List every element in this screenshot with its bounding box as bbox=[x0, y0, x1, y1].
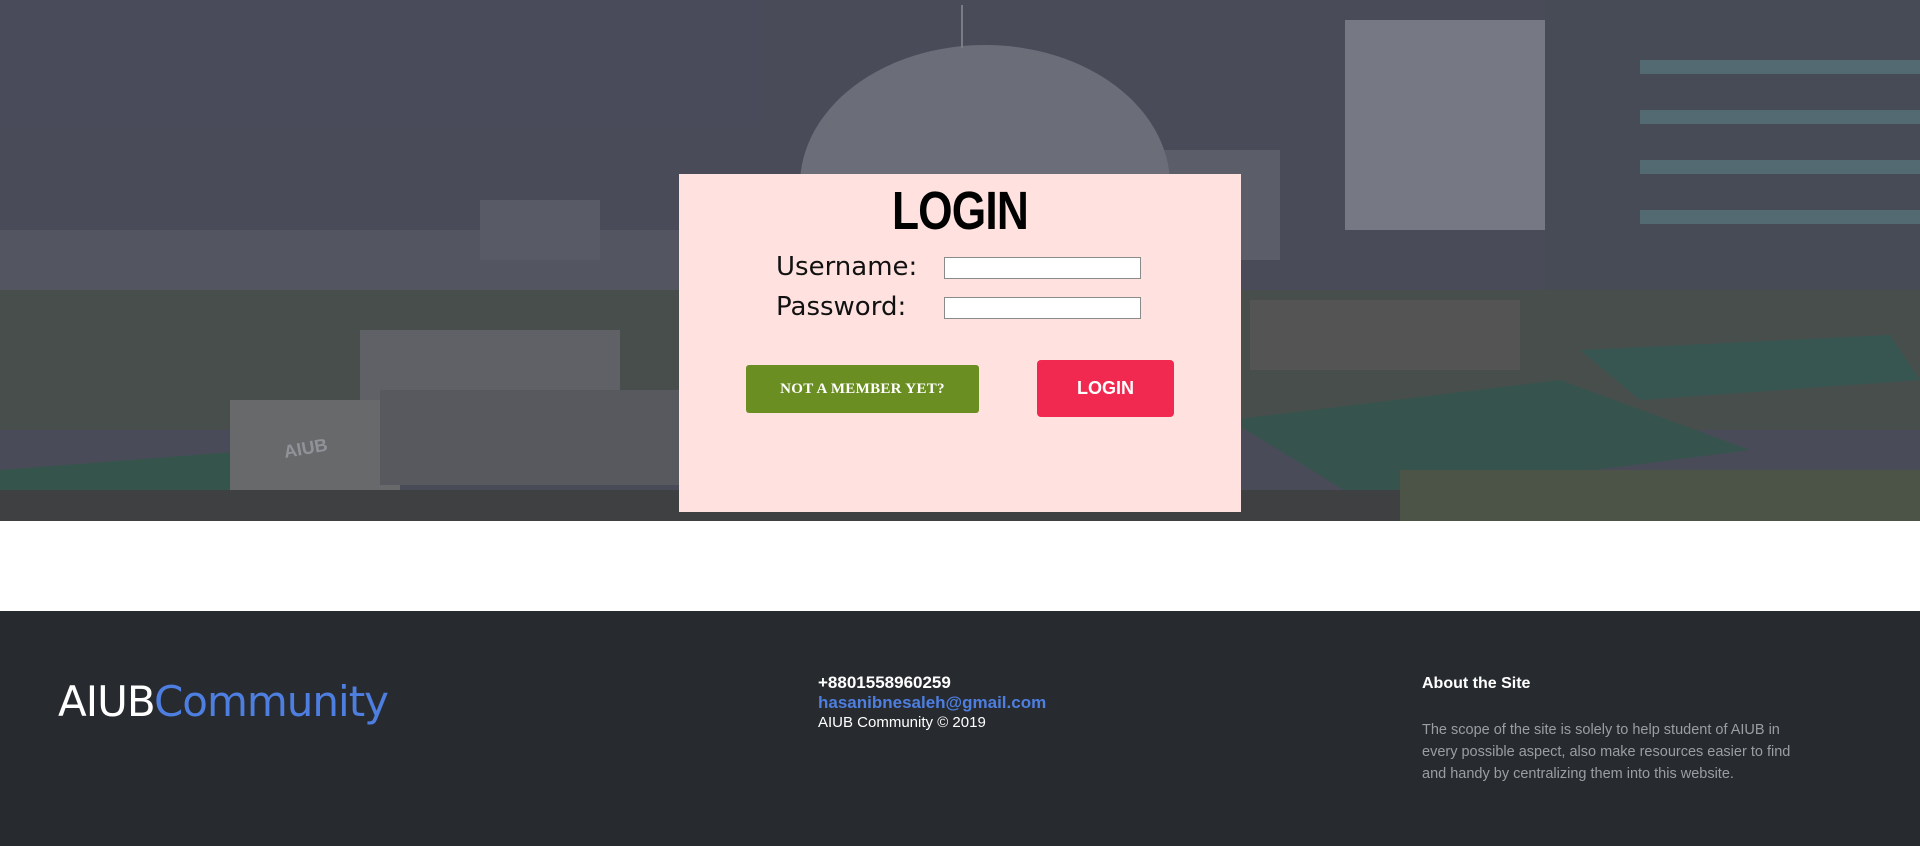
footer: AIUBCommunity +8801558960259 hasanibnesa… bbox=[0, 611, 1920, 846]
about-section: About the Site The scope of the site is … bbox=[1422, 675, 1794, 785]
login-title: LOGIN bbox=[891, 181, 1029, 241]
about-text: The scope of the site is solely to help … bbox=[1422, 722, 1791, 782]
username-input[interactable] bbox=[944, 257, 1141, 279]
brand-logo[interactable]: AIUBCommunity bbox=[58, 677, 389, 726]
username-label: Username: bbox=[776, 252, 918, 282]
login-button[interactable]: LOGIN bbox=[1037, 360, 1174, 417]
brand-part-aiub: AIUB bbox=[58, 677, 155, 726]
copyright-text: AIUB Community © 2019 bbox=[818, 714, 986, 731]
password-label: Password: bbox=[776, 292, 907, 322]
signup-button[interactable]: NOT A MEMBER YET? bbox=[746, 365, 979, 413]
brand-part-community: Community bbox=[153, 677, 389, 726]
login-card: LOGIN Username: Password: NOT A MEMBER Y… bbox=[679, 174, 1241, 512]
contact-info: +8801558960259 hasanibnesaleh@gmail.com … bbox=[818, 673, 1046, 733]
contact-phone: +8801558960259 bbox=[818, 673, 951, 692]
about-title: About the Site bbox=[1422, 675, 1531, 692]
contact-email-link[interactable]: hasanibnesaleh@gmail.com bbox=[818, 693, 1046, 713]
password-input[interactable] bbox=[944, 297, 1141, 319]
